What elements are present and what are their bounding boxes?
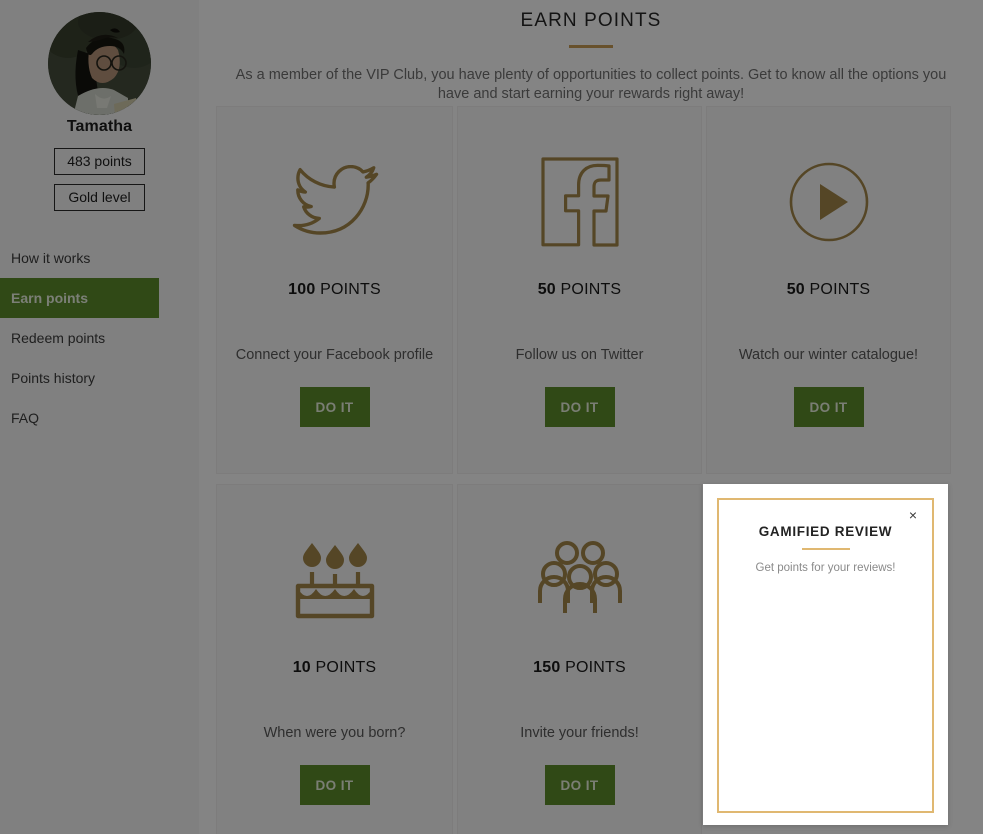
card-points-label: 50 POINTS [787,281,871,299]
task-card[interactable]: 100 POINTS Connect your Facebook profile… [216,106,453,474]
level-badge-button[interactable]: Gold level [54,184,145,211]
close-icon[interactable]: × [905,507,921,523]
card-points-unit: POINTS [320,281,381,298]
sidebar-item-faq[interactable]: FAQ [0,398,199,438]
card-points-value: 50 [786,281,805,298]
title-underline-rule [569,45,613,48]
sidebar: Tamatha 483 points Gold level How it wor… [0,0,199,834]
sidebar-item-redeem-points[interactable]: Redeem points [0,318,199,358]
card-points-unit: POINTS [560,281,622,298]
do-it-button[interactable]: DO IT [299,765,370,805]
card-points-label: 10 POINTS [293,659,377,677]
points-balance-button[interactable]: 483 points [54,148,145,175]
task-card[interactable]: 50 POINTS Watch our winter catalogue! DO… [706,106,951,474]
profile-name: Tamatha [66,118,133,135]
do-it-button[interactable]: DO IT [544,765,615,805]
gamified-review-modal: × GAMIFIED REVIEW Get points for your re… [703,484,948,825]
sidebar-nav: How it works Earn points Redeem points P… [0,238,199,438]
modal-title: GAMIFIED REVIEW [758,524,893,539]
card-points-value: 150 [533,659,561,676]
card-description: Invite your friends! [520,725,639,741]
do-it-button[interactable]: DO IT [793,387,864,427]
card-description: Connect your Facebook profile [235,347,434,363]
card-description: When were you born? [263,725,406,741]
card-description: Watch our winter catalogue! [738,347,919,363]
card-points-value: 50 [537,281,556,298]
task-card[interactable]: 50 POINTS Follow us on Twitter DO IT [457,106,702,474]
modal-gold-frame: × GAMIFIED REVIEW Get points for your re… [717,498,934,813]
earn-points-page: Tamatha 483 points Gold level How it wor… [0,0,983,834]
do-it-button[interactable]: DO IT [299,387,370,427]
card-points-unit: POINTS [809,281,871,298]
card-points-label: 150 POINTS [533,659,626,677]
task-card[interactable]: 150 POINTS Invite your friends! DO IT [457,484,702,834]
card-description: Follow us on Twitter [515,347,644,363]
task-card[interactable]: 10 POINTS When were you born? DO IT [216,484,453,834]
card-points-unit: POINTS [315,659,377,676]
people-group-icon [537,515,623,645]
card-points-value: 10 [292,659,311,676]
modal-title-underline-rule [801,548,850,550]
card-points-value: 100 [288,281,316,298]
play-circle-icon [788,137,870,267]
birthday-cake-icon [294,515,376,645]
card-points-label: 100 POINTS [288,281,381,299]
intro-text: As a member of the VIP Club, you have pl… [235,67,947,102]
card-points-label: 50 POINTS [538,281,622,299]
sidebar-item-points-history[interactable]: Points history [0,358,199,398]
sidebar-item-how-it-works[interactable]: How it works [0,238,199,278]
modal-subtitle: Get points for your reviews! [755,562,896,574]
page-title: EARN POINTS [520,10,662,31]
card-points-unit: POINTS [565,659,626,676]
facebook-square-icon [540,137,620,267]
do-it-button[interactable]: DO IT [544,387,615,427]
sidebar-item-earn-points[interactable]: Earn points [0,278,159,318]
twitter-bird-icon [291,137,379,267]
avatar [48,12,151,115]
